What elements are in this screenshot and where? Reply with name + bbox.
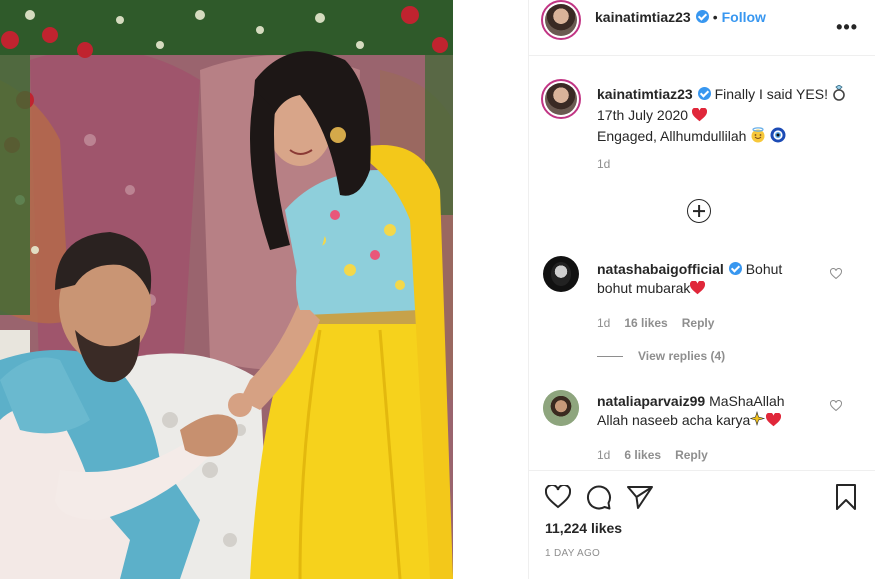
caption-avatar[interactable] [541, 79, 581, 119]
comment-meta: 1d 6 likes Reply [597, 446, 837, 465]
comment-like-heart-icon[interactable] [830, 400, 842, 412]
sparkles-emoji-icon [749, 410, 766, 432]
caption-text-2: 17th July 2020 [597, 107, 689, 123]
comment-username[interactable]: natashabaigofficial [597, 261, 724, 277]
comment-text-1: MaShaAllah [709, 393, 785, 409]
plus-circle-icon[interactable] [687, 199, 711, 223]
paper-plane-icon[interactable] [627, 485, 653, 510]
caption: kainatimtiaz23 Finally I said YES! 17th … [597, 84, 867, 174]
post-header: kainatimtiaz23 • Follow ••• [529, 0, 875, 56]
caption-line-3: Engaged, Allhumdullilah [597, 127, 867, 148]
more-options-icon[interactable]: ••• [836, 17, 858, 38]
header-meta: kainatimtiaz23 • Follow [595, 9, 766, 27]
nazar-amulet-emoji-icon [770, 127, 786, 148]
post-sidebar: kainatimtiaz23 • Follow ••• kainatimtiaz23… [528, 0, 875, 579]
post-photo[interactable] [0, 0, 453, 579]
comment-1: natashabaigofficial Bohut bohut mubarak … [597, 260, 837, 333]
reply-button[interactable]: Reply [675, 448, 708, 462]
action-bar: 11,224 likes 1 DAY AGO [529, 470, 875, 579]
caption-text-1: Finally I said YES! [714, 86, 828, 102]
follow-button[interactable]: Follow [722, 9, 766, 25]
comment-2: nataliaparvaiz99 MaShaAllah Allah naseeb… [597, 392, 837, 465]
comment-meta: 1d 16 likes Reply [597, 314, 837, 333]
caption-age: 1d [597, 157, 611, 171]
avatar-image [545, 4, 577, 36]
author-username[interactable]: kainatimtiaz23 [595, 9, 691, 25]
comment-text-2: Allah naseeb acha karya [597, 412, 751, 428]
verified-badge-icon [695, 10, 709, 23]
caption-line-1: kainatimtiaz23 Finally I said YES! [597, 84, 867, 106]
likes-count[interactable]: 11,224 likes [545, 520, 622, 536]
view-replies-line [597, 356, 623, 357]
comment-text-1: Bohut [745, 261, 783, 277]
heart-outline-icon[interactable] [545, 485, 571, 509]
engagement-photo [0, 0, 453, 579]
avatar-image [545, 83, 577, 115]
dot-separator: • [712, 9, 718, 25]
avatar-image [551, 262, 571, 286]
comment-avatar[interactable] [543, 390, 579, 426]
comment-text-2: bohut mubarak [597, 280, 691, 296]
view-replies-button[interactable]: View replies (4) [638, 349, 725, 363]
caption-line-2: 17th July 2020 [597, 106, 867, 127]
comment-likes[interactable]: 16 likes [624, 316, 667, 330]
author-avatar[interactable] [541, 0, 581, 40]
red-heart-emoji-icon [766, 412, 782, 432]
avatar-image [543, 390, 579, 426]
verified-badge-icon [728, 262, 742, 275]
red-heart-emoji-icon [691, 107, 708, 127]
smiling-halo-emoji-icon [750, 127, 766, 148]
comment-age: 1d [597, 316, 611, 330]
red-heart-emoji-icon [690, 280, 706, 300]
comment-avatar[interactable] [543, 256, 579, 292]
caption-username[interactable]: kainatimtiaz23 [597, 86, 693, 102]
caption-text-3: Engaged, Allhumdullilah [597, 128, 747, 144]
post-timestamp: 1 DAY AGO [545, 548, 601, 559]
comment-likes[interactable]: 6 likes [624, 448, 661, 462]
verified-badge-icon [697, 87, 711, 100]
comment-like-heart-icon[interactable] [830, 268, 842, 280]
ring-emoji-icon [832, 84, 846, 106]
comment-bubble-icon[interactable] [585, 484, 612, 511]
comment-username[interactable]: nataliaparvaiz99 [597, 393, 705, 409]
reply-button[interactable]: Reply [682, 316, 715, 330]
bookmark-icon[interactable] [835, 484, 857, 511]
comment-age: 1d [597, 448, 611, 462]
